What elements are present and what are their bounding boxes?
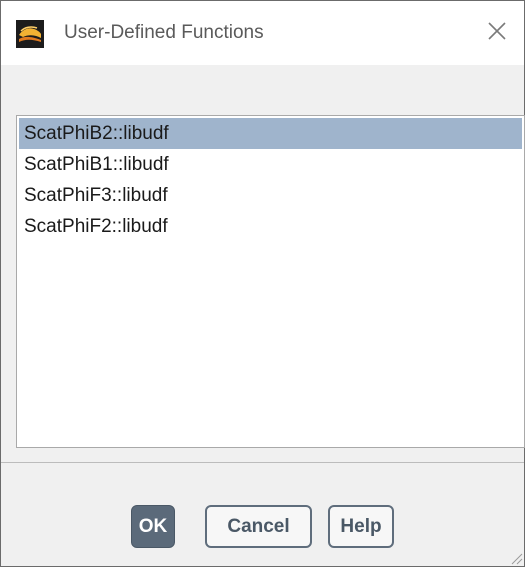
dialog-body: ScatPhiB2::libudf ScatPhiB1::libudf Scat… [1, 65, 525, 566]
list-item[interactable]: ScatPhiB1::libudf [19, 149, 522, 180]
cancel-button[interactable]: Cancel [205, 505, 312, 548]
list-item[interactable]: ScatPhiB2::libudf [19, 118, 522, 149]
help-button[interactable]: Help [328, 505, 394, 548]
button-separator [1, 462, 524, 463]
title-bar[interactable]: User-Defined Functions [1, 1, 524, 65]
list-item[interactable]: ScatPhiF2::libudf [19, 211, 522, 242]
list-item[interactable]: ScatPhiF3::libudf [19, 180, 522, 211]
fluent-app-icon [16, 20, 44, 48]
functions-list[interactable]: ScatPhiB2::libudf ScatPhiB1::libudf Scat… [16, 115, 525, 448]
close-icon [487, 21, 507, 46]
close-button[interactable] [479, 15, 515, 51]
resize-grip-icon[interactable] [509, 551, 523, 565]
udf-dialog: User-Defined Functions ScatPhiB2::libudf… [0, 0, 525, 567]
ok-button[interactable]: OK [131, 505, 175, 548]
dialog-title: User-Defined Functions [64, 22, 264, 43]
